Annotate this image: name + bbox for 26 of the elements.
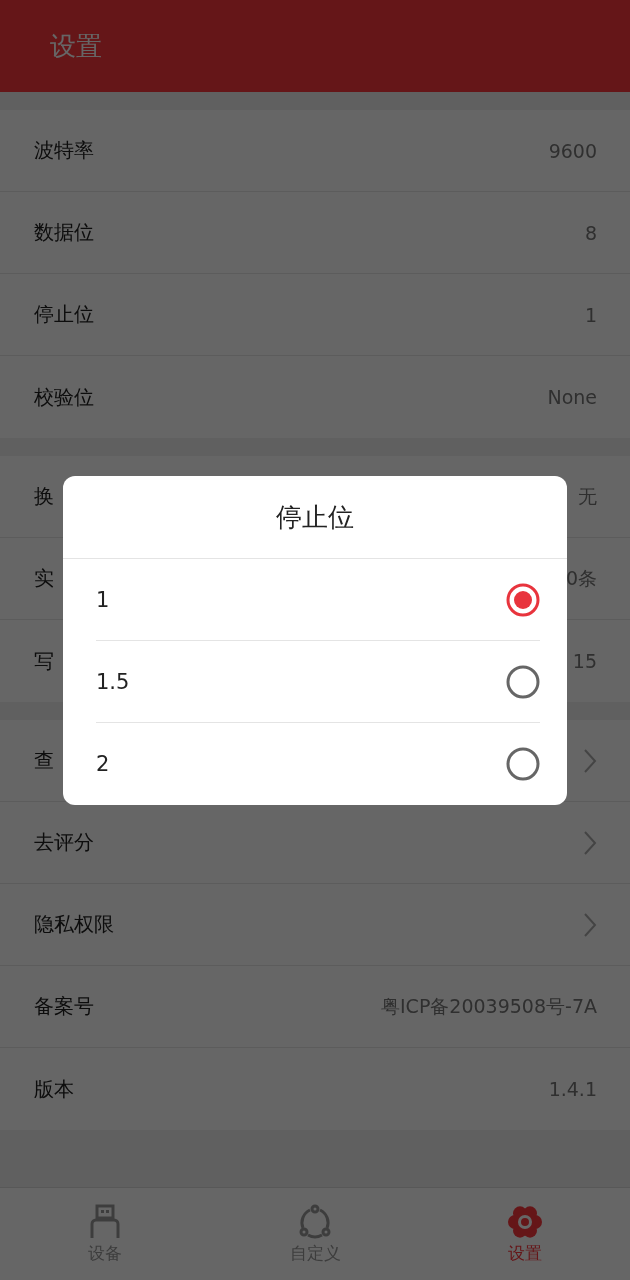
- chevron-icon: [583, 829, 597, 856]
- setting-label: 版本: [34, 1075, 74, 1103]
- setting-label: 波特率: [34, 137, 94, 164]
- dialog-title: 停止位: [63, 476, 567, 559]
- page-title: 设置: [50, 29, 102, 63]
- setting-label: 数据位: [34, 219, 94, 246]
- radio-button[interactable]: [506, 582, 540, 617]
- chevron-icon: [583, 911, 597, 938]
- settings-icon: [507, 1203, 543, 1240]
- radio-button[interactable]: [506, 747, 540, 781]
- nav-tab[interactable]: 设置: [420, 1188, 630, 1280]
- chevron-icon: [583, 747, 597, 774]
- setting-label: 实: [34, 565, 54, 592]
- setting-label[interactable]: 隐私权限: [34, 911, 114, 938]
- setting-label: 换: [34, 483, 54, 510]
- radio-option[interactable]: 1.5: [96, 641, 540, 723]
- share-icon: [297, 1203, 333, 1240]
- setting-label[interactable]: 查: [34, 747, 54, 774]
- radio-option[interactable]: 1: [96, 559, 540, 641]
- setting-label: 停止位: [34, 301, 94, 328]
- setting-label[interactable]: 去评分: [34, 829, 94, 856]
- radio-button[interactable]: [506, 664, 540, 699]
- setting-label: 校验位: [34, 383, 94, 411]
- setting-label: 备案号: [34, 993, 94, 1020]
- radio-option[interactable]: 2: [96, 723, 540, 805]
- setting-label: 写: [34, 647, 54, 675]
